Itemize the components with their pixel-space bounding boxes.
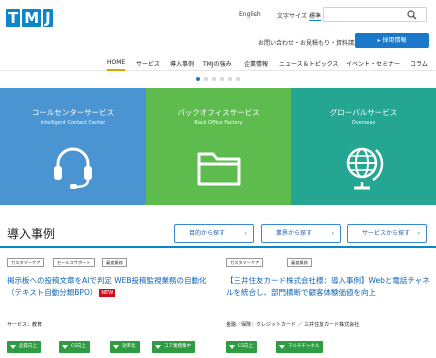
search-by-industry-label: 業界から探す: [276, 230, 313, 237]
global-nav: HOME サービス 導入事例 TMJの強み 企業情報 ニュース＆トピックス イベ…: [0, 55, 436, 71]
carousel-dot[interactable]: [220, 77, 224, 81]
carousel-dot[interactable]: [212, 77, 216, 81]
carousel-pagination: [0, 77, 436, 83]
nav-item-home[interactable]: HOME: [107, 59, 126, 71]
nav-item-news[interactable]: ニュース＆トピックス: [279, 59, 339, 68]
section-title: 導入事例: [7, 227, 56, 241]
carousel-dot[interactable]: [196, 77, 200, 81]
banner-back-office[interactable]: バックオフィスサービス Back Office Factory: [146, 88, 291, 205]
recruit-button[interactable]: ▸ 採用情報: [355, 33, 429, 48]
search-by-purpose-label: 目的から探す: [189, 230, 226, 237]
font-size-standard-button[interactable]: 標準: [309, 11, 322, 21]
case-meta: 金融／保険：クレジットカード ／ 三井住友カード株式会社: [226, 322, 360, 328]
case-tag: セールスサポート: [53, 258, 95, 267]
carousel-dot[interactable]: [236, 77, 240, 81]
nav-item-column[interactable]: コラム: [410, 59, 428, 68]
nav-item-events[interactable]: イベント・セミナー: [346, 59, 400, 68]
section-divider: [0, 246, 436, 248]
banner-title: コールセンターサービス: [31, 108, 115, 117]
case-tag: カスタマーケア: [226, 258, 264, 267]
search-by-service-label: サービスから探す: [362, 230, 411, 237]
site-logo[interactable]: T M J: [6, 9, 55, 27]
font-size-label: 文字サイズ: [277, 13, 307, 20]
banner-subtitle: Back Office Factory: [194, 120, 243, 126]
chevron-right-icon: ›: [331, 230, 334, 237]
case-pill: マルチチャネル: [276, 341, 324, 353]
case-meta: サービス：教育: [7, 322, 43, 328]
globe-icon: [346, 147, 383, 190]
case-pill: CS向上: [59, 341, 90, 353]
case-tag: 審査業務: [102, 258, 127, 267]
case-pill: 効率化: [110, 341, 140, 353]
logo-letter-j: J: [43, 9, 53, 27]
case-tag: カスタマーケア: [7, 258, 45, 267]
banner-subtitle: Intelligent Contact Center: [40, 120, 106, 126]
banner-subtitle: Overseas: [351, 120, 376, 126]
nav-item-strengths[interactable]: TMJの強み: [203, 59, 232, 68]
logo-letter-m: M: [22, 9, 42, 27]
nav-item-cases[interactable]: 導入事例: [170, 59, 194, 68]
chevron-right-icon: ›: [417, 230, 420, 237]
nav-item-company[interactable]: 企業情報: [244, 59, 268, 68]
case-title-link[interactable]: 掲示板への投稿文章をAIで判定 WEB投稿監視業務の自動化（テキスト自動分類BP…: [7, 275, 210, 299]
nav-item-services[interactable]: サービス: [136, 59, 160, 68]
recruit-button-label: 採用情報: [382, 37, 407, 44]
headset-icon: [54, 147, 92, 189]
logo-letter-t: T: [6, 9, 21, 27]
search-by-industry-button[interactable]: 業界から探す ›: [261, 224, 341, 243]
case-pill: 品質向上: [7, 341, 41, 353]
case-pill: コア業務集中: [152, 341, 195, 353]
search-icon[interactable]: [407, 10, 417, 20]
banner-call-center[interactable]: コールセンターサービス Intelligent Contact Center: [0, 88, 146, 205]
contact-link[interactable]: お問い合わせ・お見積もり・資料請求: [258, 38, 360, 47]
english-link[interactable]: English: [239, 11, 261, 18]
case-pill: CS向上: [226, 341, 257, 353]
case-title-text: 【三井住友カード株式会社様：導入事例】Webと電話チャネルを統合し、部門横断で顧…: [226, 276, 430, 297]
search-by-purpose-button[interactable]: 目的から探す ›: [174, 224, 254, 243]
case-tag: 審査業務: [287, 258, 312, 267]
folder-icon: [197, 152, 240, 186]
banner-title: バックオフィスサービス: [177, 108, 260, 117]
carousel-dot[interactable]: [228, 77, 232, 81]
search-by-service-button[interactable]: サービスから探す ›: [347, 224, 427, 243]
carousel-dot[interactable]: [204, 77, 208, 81]
new-badge: NEW: [99, 289, 116, 297]
chevron-right-icon: ›: [244, 230, 247, 237]
banner-global[interactable]: グローバルサービス Overseas: [291, 88, 436, 205]
banner-title: グローバルサービス: [329, 108, 398, 117]
case-title-link[interactable]: 【三井住友カード株式会社様：導入事例】Webと電話チャネルを統合し、部門横断で顧…: [226, 275, 430, 299]
